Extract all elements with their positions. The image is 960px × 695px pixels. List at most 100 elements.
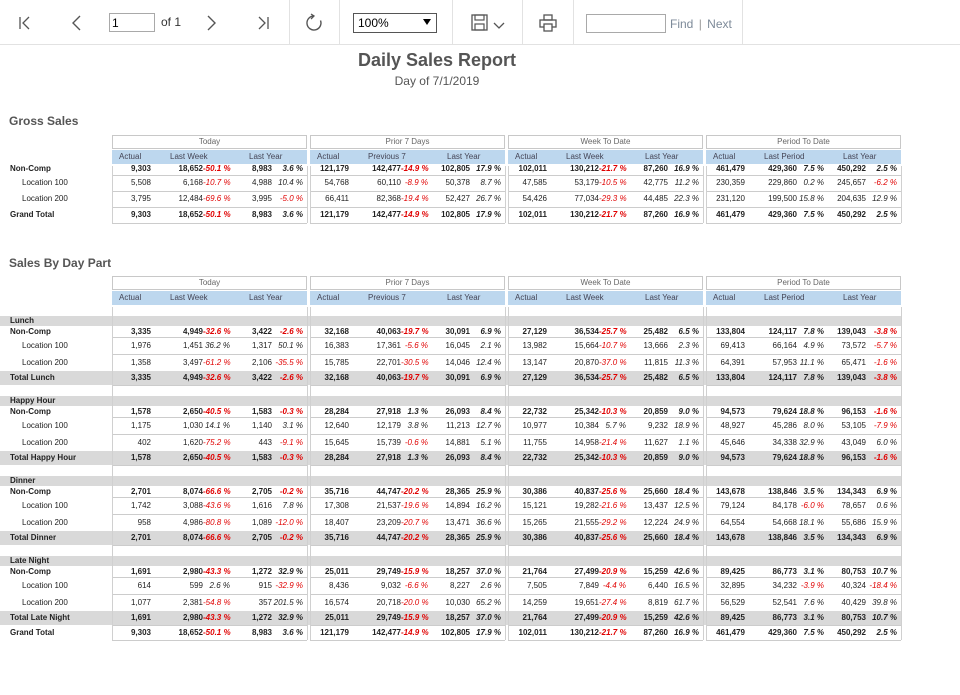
table-row: Location 200 1,358 3,497 -61.2 % 2,106 -35.5 … xyxy=(0,354,902,371)
variance-cell: -12.0 % xyxy=(275,518,303,527)
column-header: Actual xyxy=(317,152,340,161)
value-cell: 402 xyxy=(137,438,151,447)
value-cell: 1,089 xyxy=(251,518,272,527)
variance-cell: -30.5 % xyxy=(401,358,429,367)
value-cell: 8,983 xyxy=(251,164,272,173)
value-cell: 52,427 xyxy=(445,194,470,203)
column-subheader-row: Actual Last Week Last Year xyxy=(508,291,703,305)
variance-cell: -2.6 % xyxy=(279,327,303,336)
first-page-button[interactable] xyxy=(12,0,38,45)
value-cell: 45,286 xyxy=(772,421,797,430)
previous-page-button[interactable] xyxy=(64,0,90,45)
variance-cell: -66.6 % xyxy=(203,487,231,496)
column-header: Last Year xyxy=(447,293,481,302)
table-row: Non-Comp 3,335 4,949 -32.6 % 3,422 -2.6 % 32,1… xyxy=(0,326,902,337)
value-cell: 2,106 xyxy=(251,358,272,367)
value-cell: 79,624 xyxy=(772,453,797,462)
value-cell: 89,425 xyxy=(720,613,745,622)
variance-cell: -5.0 % xyxy=(279,194,303,203)
variance-cell: 3.8 % xyxy=(407,421,428,430)
print-button[interactable] xyxy=(535,0,561,45)
value-cell: 19,651 xyxy=(574,598,599,607)
next-link[interactable]: Next xyxy=(707,17,732,31)
value-cell: 3,422 xyxy=(251,373,272,382)
total-row: Total Late Night 1,691 2,980 -43.3 % 1,272 32… xyxy=(0,611,902,625)
value-cell: 21,537 xyxy=(376,501,401,510)
value-cell: 47,585 xyxy=(522,178,547,187)
row-label: Total Dinner xyxy=(10,533,57,542)
value-cell: 142,477 xyxy=(372,628,401,637)
variance-cell: 18.8 % xyxy=(799,407,824,416)
column-divider xyxy=(310,307,311,640)
value-cell: 94,573 xyxy=(720,407,745,416)
value-cell: 143,678 xyxy=(716,533,745,542)
variance-cell: 14.1 % xyxy=(205,421,230,430)
variance-cell: -3.8 % xyxy=(873,327,897,336)
value-cell: 1,077 xyxy=(130,598,151,607)
value-cell: 29,749 xyxy=(376,567,401,576)
find-input[interactable] xyxy=(586,14,666,33)
variance-cell: -29.2 % xyxy=(599,518,627,527)
chevron-down-icon xyxy=(493,22,505,29)
variance-cell: -0.3 % xyxy=(279,407,303,416)
variance-cell: -50.1 % xyxy=(203,164,231,173)
value-cell: 18,652 xyxy=(178,628,203,637)
refresh-button[interactable] xyxy=(301,0,327,45)
value-cell: 614 xyxy=(137,581,151,590)
group-header: Prior 7 Days xyxy=(310,276,505,290)
variance-cell: -2.6 % xyxy=(279,373,303,382)
value-cell: 4,986 xyxy=(182,518,203,527)
value-cell: 7,505 xyxy=(526,581,547,590)
section-title-sales-by-day-part: Sales By Day Part xyxy=(9,256,112,270)
value-cell: 40,324 xyxy=(841,581,866,590)
variance-cell: -54.8 % xyxy=(203,598,231,607)
next-page-button[interactable] xyxy=(198,0,224,45)
row-label: Location 100 xyxy=(22,501,68,510)
value-cell: 28,284 xyxy=(324,453,349,462)
export-button[interactable] xyxy=(466,0,510,45)
value-cell: 27,499 xyxy=(574,567,599,576)
variance-cell: 11.1 % xyxy=(799,358,824,367)
column-divider xyxy=(307,166,308,223)
row-label: Location 200 xyxy=(22,438,68,447)
toolbar-divider xyxy=(522,0,523,45)
row-label: Grand Total xyxy=(10,210,55,219)
variance-cell: 1.1 % xyxy=(678,438,699,447)
table-row: Non-Comp 2,701 8,074 -66.6 % 2,705 -0.2 % 35,7… xyxy=(0,486,902,497)
find-link[interactable]: Find xyxy=(670,17,693,31)
page-number-input[interactable] xyxy=(109,13,155,32)
variance-cell: 12.9 % xyxy=(872,194,897,203)
value-cell: 53,105 xyxy=(841,421,866,430)
variance-cell: 61.7 % xyxy=(674,598,699,607)
column-header: Last Year xyxy=(843,152,877,161)
column-header: Last Week xyxy=(170,152,208,161)
variance-cell: 10.4 % xyxy=(278,178,303,187)
value-cell: 230,359 xyxy=(716,178,745,187)
value-cell: 2,650 xyxy=(182,407,203,416)
variance-cell: 3.5 % xyxy=(803,487,824,496)
variance-cell: 0.2 % xyxy=(803,178,824,187)
variance-cell: -21.7 % xyxy=(599,210,627,219)
value-cell: 54,768 xyxy=(324,178,349,187)
value-cell: 15,265 xyxy=(522,518,547,527)
column-divider xyxy=(112,166,113,223)
value-cell: 1,030 xyxy=(182,421,203,430)
value-cell: 138,846 xyxy=(768,533,797,542)
variance-cell: -18.4 % xyxy=(869,581,897,590)
last-page-button[interactable] xyxy=(250,0,276,45)
value-cell: 11,815 xyxy=(644,358,668,367)
value-cell: 1,140 xyxy=(251,421,272,430)
value-cell: 1,578 xyxy=(130,453,151,462)
variance-cell: 16.9 % xyxy=(674,628,699,637)
column-header: Actual xyxy=(119,152,142,161)
row-label: Late Night xyxy=(10,556,50,565)
table-row: Location 100 1,976 1,451 36.2 % 1,317 50.1 % 1… xyxy=(0,337,902,354)
variance-cell: -19.4 % xyxy=(401,194,429,203)
column-header: Last Year xyxy=(249,293,283,302)
variance-cell: 11.3 % xyxy=(674,358,699,367)
zoom-select[interactable]: 100% xyxy=(353,13,437,33)
value-cell: 121,179 xyxy=(320,164,349,173)
value-cell: 40,063 xyxy=(376,373,401,382)
value-cell: 4,949 xyxy=(182,327,203,336)
variance-cell: 1.3 % xyxy=(407,407,428,416)
